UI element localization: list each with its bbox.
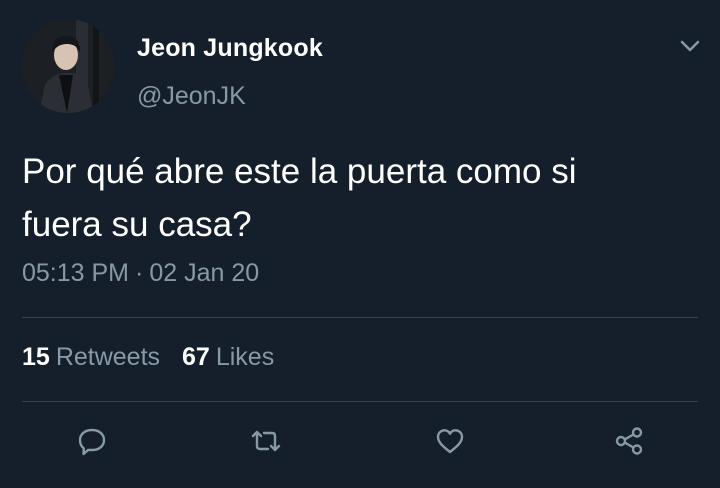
- avatar[interactable]: [21, 19, 115, 113]
- tweet-date: 02 Jan 20: [149, 259, 260, 287]
- meta-separator: ·: [135, 259, 144, 287]
- retweets-label: Retweets: [55, 343, 161, 371]
- divider: [22, 317, 698, 318]
- likes-label: Likes: [215, 343, 275, 371]
- tweet-text-line-1: Por qué abre este la puerta como si: [22, 152, 577, 191]
- divider: [22, 401, 698, 402]
- retweets-stat[interactable]: 15 Retweets: [22, 343, 160, 372]
- tweet-text: Por qué abre este la puerta como si fuer…: [22, 145, 702, 251]
- display-name[interactable]: Jeon Jungkook: [137, 34, 323, 63]
- tweet-text-line-2: fuera su casa?: [22, 205, 252, 244]
- chevron-down-icon[interactable]: [679, 38, 701, 54]
- tweet-time: 05:13 PM: [22, 259, 130, 287]
- user-handle[interactable]: @JeonJK: [137, 82, 246, 111]
- retweets-count: 15: [22, 343, 50, 371]
- retweet-icon[interactable]: [249, 424, 283, 458]
- likes-count: 67: [182, 343, 210, 371]
- likes-stat[interactable]: 67 Likes: [182, 343, 274, 372]
- reply-icon[interactable]: [75, 424, 109, 458]
- engagement-stats: 15 Retweets 67 Likes: [22, 343, 274, 372]
- tweet-timestamp: 05:13 PM · 02 Jan 20: [22, 259, 259, 288]
- share-icon[interactable]: [612, 424, 646, 458]
- like-icon[interactable]: [433, 424, 467, 458]
